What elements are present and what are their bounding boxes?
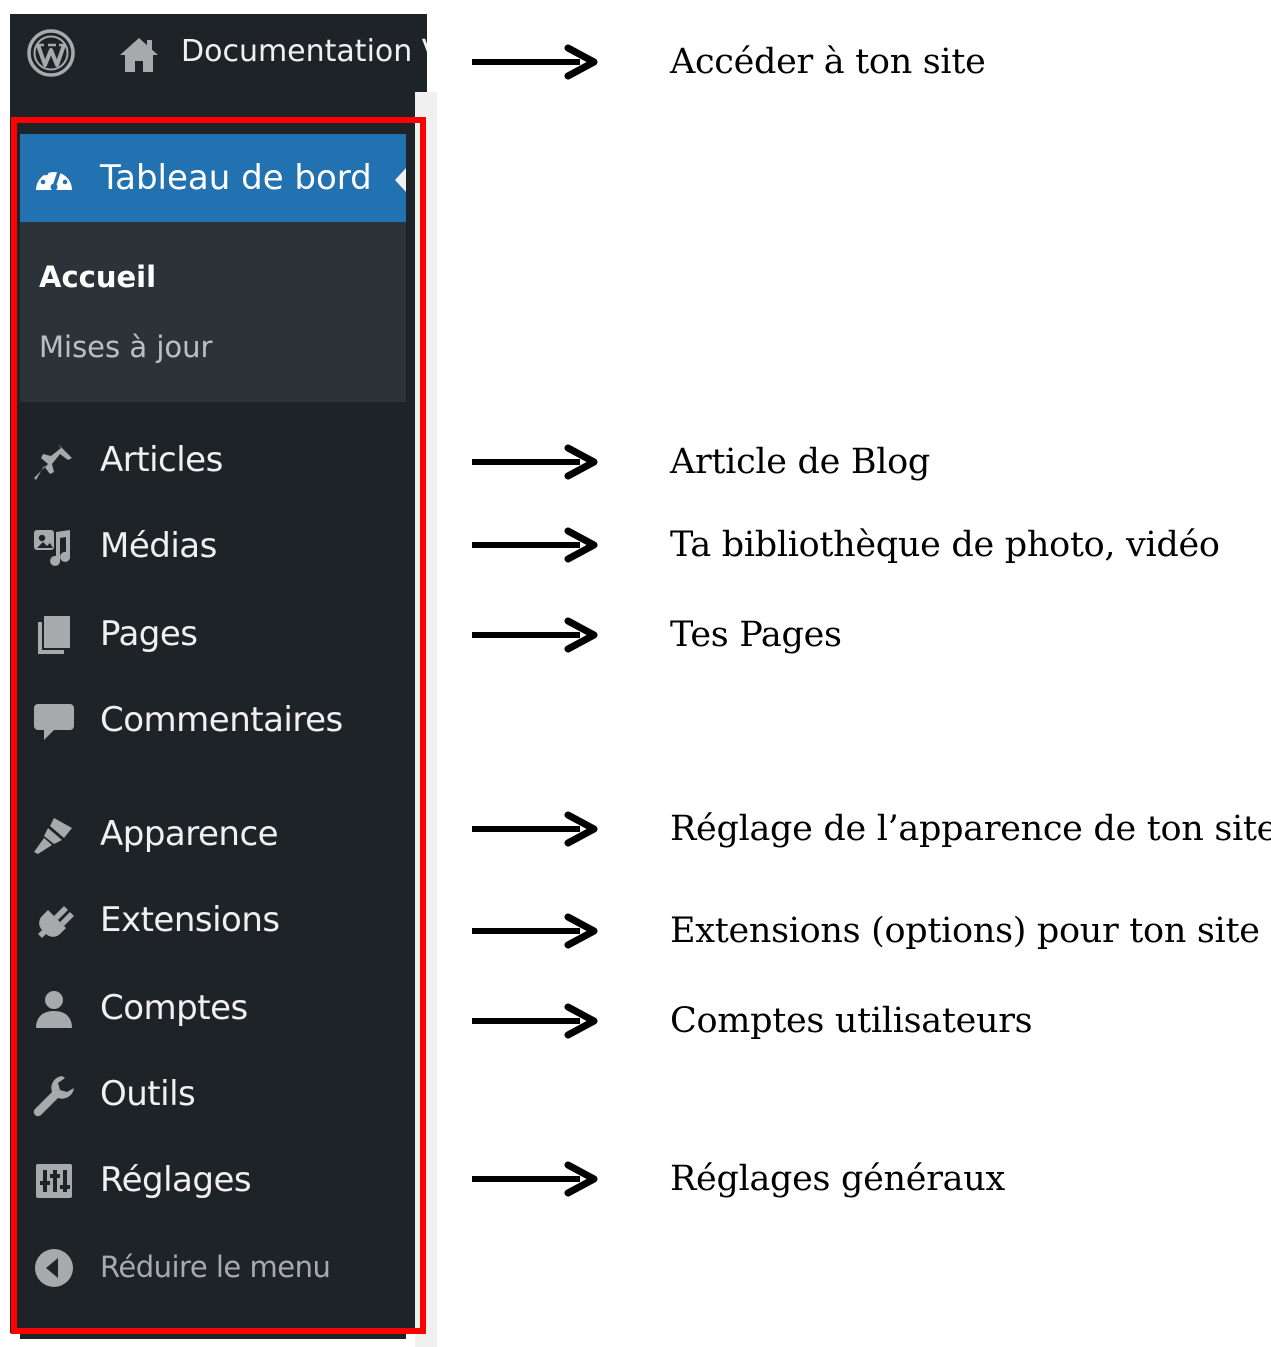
annotation-arrow-icon — [472, 1003, 598, 1039]
annotation-extensions: Extensions (options) pour ton site — [670, 911, 1260, 951]
home-icon[interactable] — [118, 36, 160, 74]
annotation-arrow-icon — [472, 444, 598, 480]
annotation-arrow-icon — [472, 913, 598, 949]
site-name-link[interactable]: Documentation V — [181, 34, 427, 69]
wordpress-logo-icon[interactable] — [24, 26, 78, 80]
annotation-comptes: Comptes utilisateurs — [670, 1001, 1033, 1041]
admin-bar: Documentation V — [10, 14, 427, 94]
annotation-arrow-icon — [472, 44, 598, 80]
annotation-arrow-icon — [472, 1161, 598, 1197]
annotation-arrow-icon — [472, 811, 598, 847]
annotation-pages: Tes Pages — [670, 615, 842, 655]
annotation-reglages: Réglages généraux — [670, 1159, 1005, 1199]
annotation-apparence: Réglage de l’apparence de ton site — [670, 809, 1271, 849]
annotation-medias: Ta bibliothèque de photo, vidéo — [670, 525, 1220, 565]
annotation-arrow-icon — [472, 527, 598, 563]
annotation-arrow-icon — [472, 617, 598, 653]
annotation-site: Accéder à ton site — [670, 42, 986, 82]
annotation-articles: Article de Blog — [670, 442, 931, 482]
highlight-frame — [11, 117, 426, 1334]
